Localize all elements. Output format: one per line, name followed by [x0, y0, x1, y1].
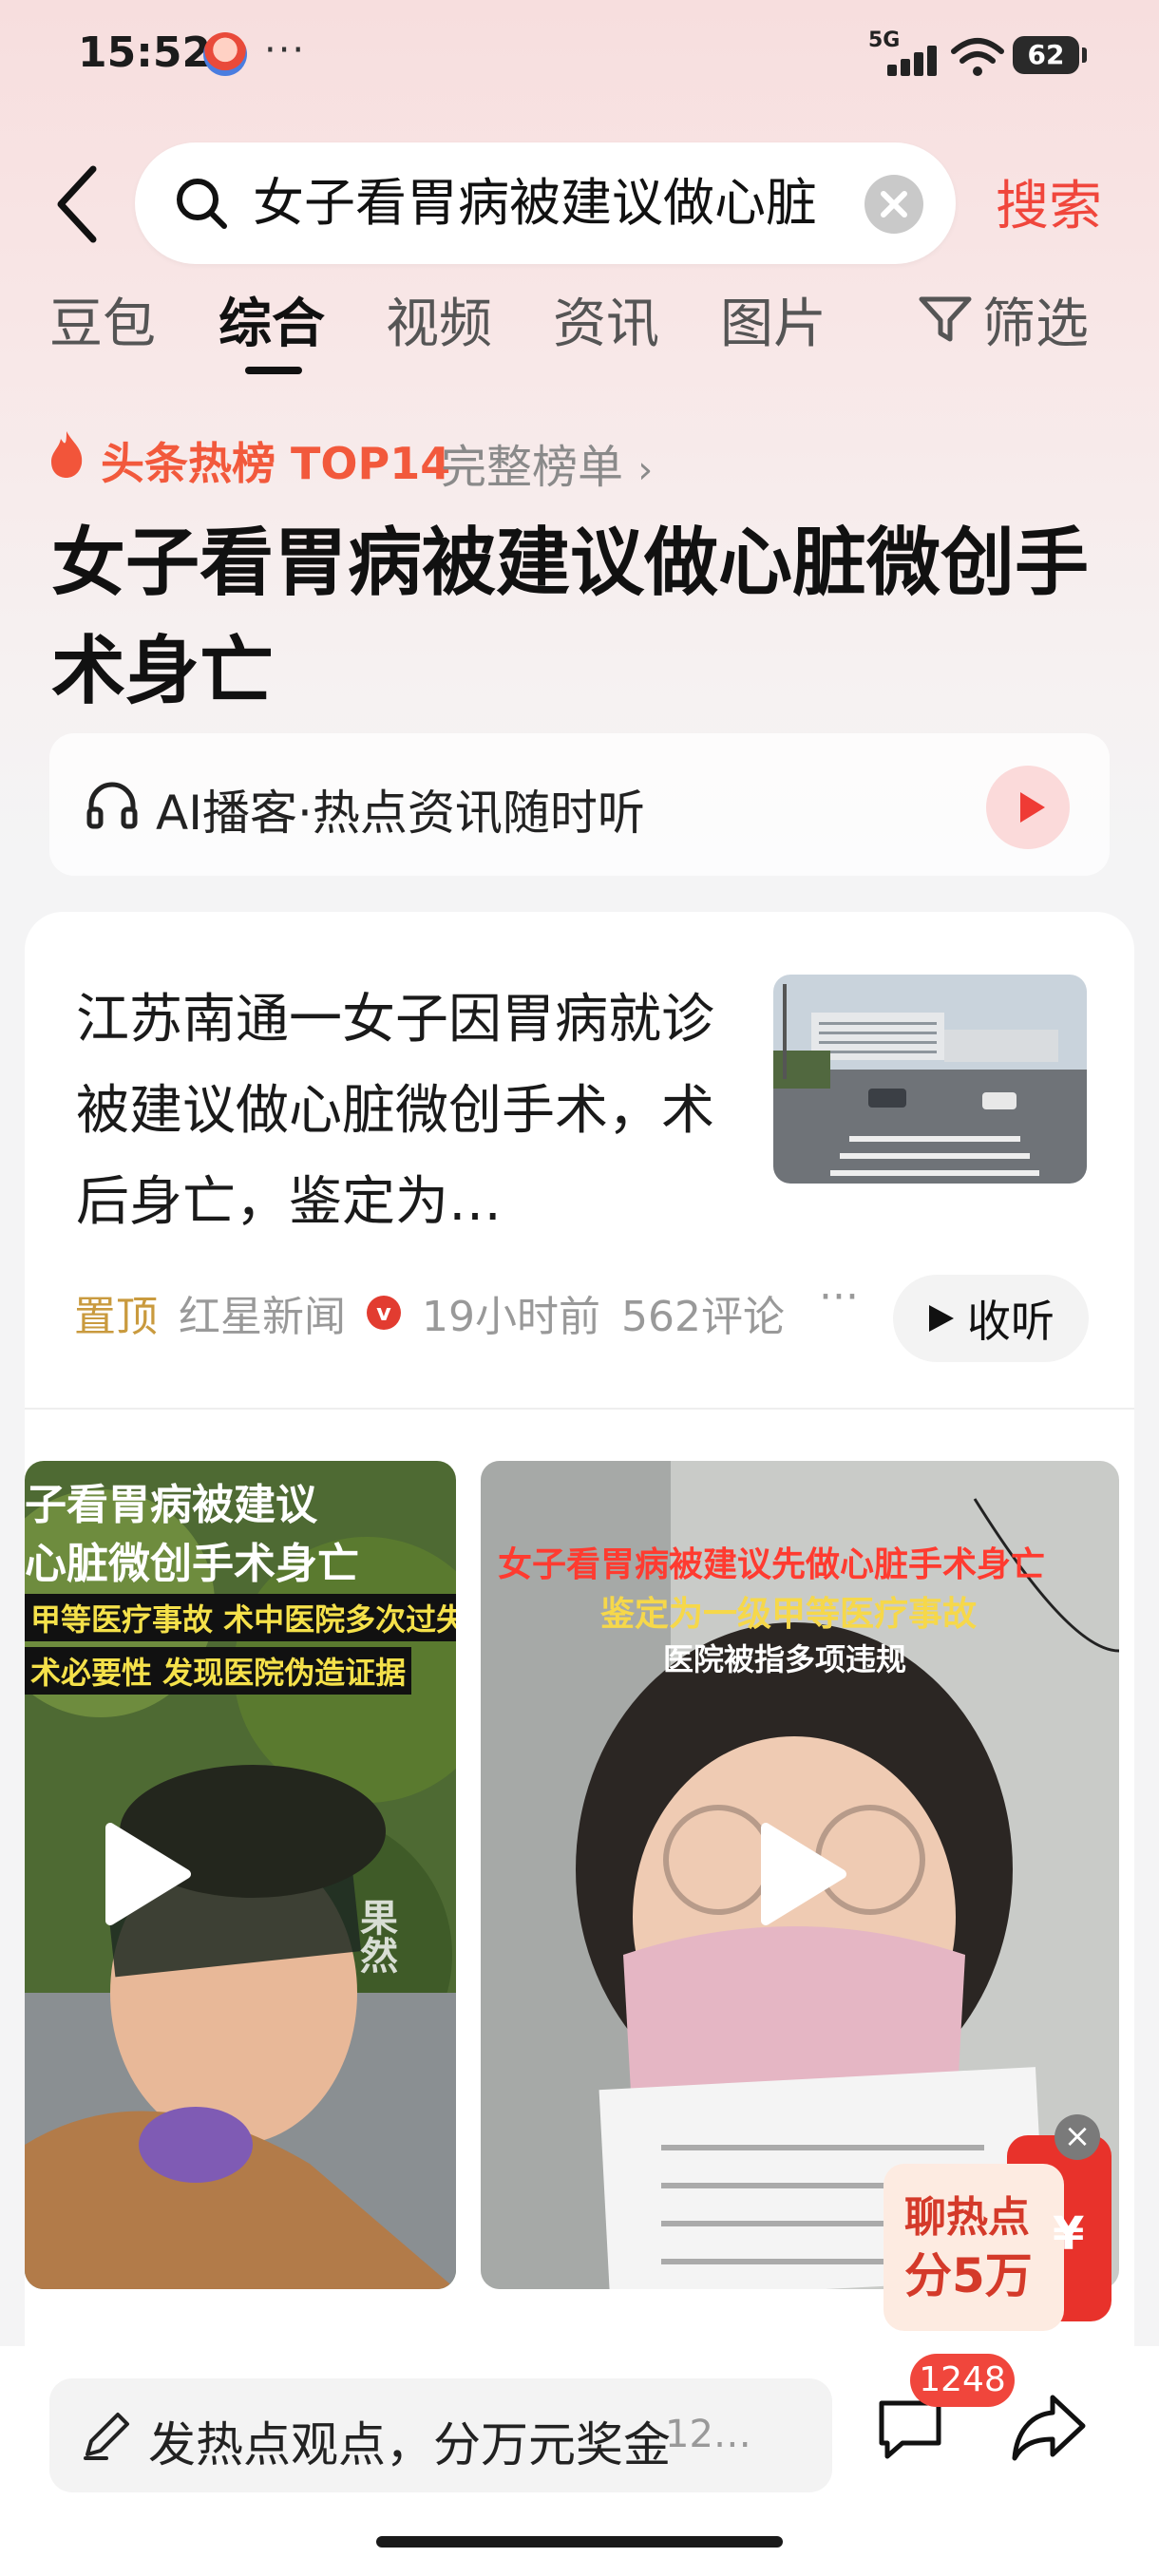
- wifi-icon: [951, 38, 1004, 76]
- video-caption: 医院被指多项违规: [663, 1641, 907, 1677]
- ai-podcast-bar[interactable]: AI播客·热点资讯随时听: [49, 733, 1110, 876]
- filter-button[interactable]: 筛选: [918, 281, 1089, 358]
- clear-search-button[interactable]: [864, 175, 923, 234]
- verified-badge-icon: v: [367, 1296, 401, 1330]
- topic-title: 女子看胃病被建议做心脏微创手术身亡: [51, 521, 1090, 714]
- headphones-icon: [86, 782, 138, 829]
- video-caption: 心脏微创手术身亡: [25, 1540, 359, 1588]
- active-tab-indicator: [245, 367, 302, 374]
- more-notifications-icon: ···: [264, 28, 307, 72]
- source-name[interactable]: 红星新闻: [179, 1282, 346, 1343]
- divider: [25, 1408, 1134, 1410]
- tab-all[interactable]: 综合: [218, 281, 325, 358]
- play-icon: [1020, 792, 1045, 823]
- yuan-icon: ¥: [1053, 2207, 1085, 2261]
- comment-count: 562评论: [621, 1293, 785, 1341]
- back-arrow-icon[interactable]: [49, 161, 106, 247]
- home-indicator[interactable]: [376, 2536, 783, 2548]
- hot-topic-promo[interactable]: 聊热点 分5万 ¥: [884, 2135, 1112, 2335]
- notification-app-icon: [203, 32, 247, 76]
- play-icon[interactable]: [101, 1822, 192, 1926]
- video-caption: 女子看胃病被建议先做心脏手术身亡: [498, 1544, 1046, 1584]
- full-list-label: 完整榜单: [441, 441, 624, 494]
- podcast-label: AI播客·热点资讯随时听: [156, 786, 645, 841]
- close-icon: [881, 191, 907, 218]
- tab-news[interactable]: 资讯: [553, 281, 659, 358]
- filter-label: 筛选: [982, 294, 1089, 355]
- article-thumbnail[interactable]: [773, 975, 1087, 1184]
- article-meta: 置顶 红星新闻 v 19小时前 562评论: [74, 1282, 785, 1343]
- publish-time: 19小时前: [422, 1293, 600, 1341]
- article-headline[interactable]: 江苏南通一女子因胃病就诊被建议做心脏微创手术，术后身亡，鉴定为…: [76, 975, 741, 1248]
- play-icon[interactable]: [756, 1822, 847, 1926]
- comment-prompt-count: 12…: [665, 2413, 751, 2456]
- promo-line1: 聊热点: [904, 2193, 1030, 2242]
- flame-icon: [51, 431, 83, 478]
- comment-input[interactable]: 发热点观点，分万元奖金 12…: [49, 2378, 832, 2492]
- pinned-label: 置顶: [74, 1293, 158, 1341]
- comment-count-badge: 1248: [910, 2354, 1015, 2407]
- chevron-right-icon: ›: [637, 448, 654, 492]
- search-icon: [177, 179, 227, 229]
- search-query: 女子看胃病被建议做心脏: [253, 173, 817, 233]
- video-thumbnail[interactable]: 子看胃病被建议 心脏微创手术身亡 甲等医疗事故 术中医院多次过失 术必要性 发现…: [25, 1461, 456, 2289]
- hot-rank-label[interactable]: 头条热榜 TOP14: [101, 429, 450, 492]
- promo-close-button[interactable]: ×: [1054, 2114, 1100, 2160]
- podcast-play-button[interactable]: [986, 766, 1070, 849]
- video-caption: 术必要性 发现医院伪造证据: [25, 1647, 412, 1695]
- filter-icon: [919, 296, 972, 341]
- full-list-link[interactable]: 完整榜单 ›: [441, 429, 653, 496]
- comment-prompt: 发热点观点，分万元奖金: [148, 2417, 671, 2472]
- search-button[interactable]: 搜索: [996, 163, 1102, 240]
- tab-video[interactable]: 视频: [386, 281, 492, 358]
- status-time: 15:52: [78, 28, 212, 77]
- signal-icon: [887, 46, 940, 76]
- tab-images[interactable]: 图片: [720, 281, 826, 358]
- video-watermark: 果然: [353, 1898, 398, 1974]
- listen-label: 收听: [967, 1296, 1054, 1347]
- search-input[interactable]: 女子看胃病被建议做心脏: [135, 142, 956, 264]
- promo-line2: 分5万: [904, 2248, 1033, 2303]
- more-options-icon[interactable]: ···: [819, 1273, 859, 1321]
- hospital-photo: [773, 975, 1087, 1184]
- tab-doubao[interactable]: 豆包: [49, 281, 156, 358]
- listen-button[interactable]: 收听: [893, 1275, 1089, 1362]
- video-caption: 子看胃病被建议: [25, 1481, 317, 1529]
- share-icon[interactable]: [1011, 2392, 1087, 2464]
- video-caption: 甲等医疗事故 术中医院多次过失: [25, 1594, 456, 1641]
- video-caption: 鉴定为一级甲等医疗事故: [600, 1594, 978, 1634]
- play-icon: [929, 1305, 954, 1332]
- pen-icon: [84, 2413, 129, 2460]
- battery-indicator: 62: [1013, 36, 1087, 74]
